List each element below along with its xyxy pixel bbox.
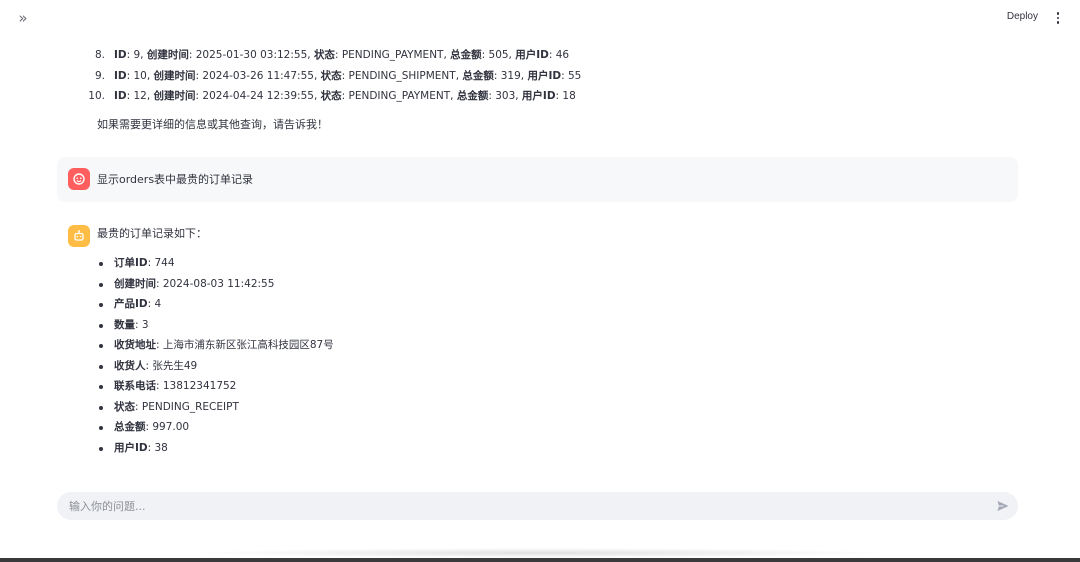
- user-face-icon: [73, 173, 85, 185]
- chat-input-bar: [57, 492, 1018, 520]
- main-menu-button[interactable]: [1054, 9, 1062, 27]
- send-icon[interactable]: [996, 499, 1010, 513]
- window-shadow: [190, 548, 890, 558]
- assistant-intro-text: 最贵的订单记录如下：: [97, 227, 207, 240]
- deploy-button[interactable]: Deploy: [1007, 11, 1038, 22]
- order-detail-list: 订单ID: 744 创建时间: 2024-08-03 11:42:55 产品ID…: [97, 253, 334, 458]
- list-item: 产品ID: 4: [97, 294, 334, 315]
- list-item: 用户ID: 38: [97, 438, 334, 459]
- list-item: 创建时间: 2024-08-03 11:42:55: [97, 274, 334, 295]
- double-chevron-right-icon: »: [18, 9, 28, 27]
- list-item: 状态: PENDING_RECEIPT: [97, 397, 334, 418]
- list-item: 收货人: 张先生49: [97, 356, 334, 377]
- list-item: 9. ID: 10, 创建时间: 2024-03-26 11:47:55, 状态:…: [94, 69, 582, 82]
- list-item: 总金额: 997.00: [97, 417, 334, 438]
- list-item: 8. ID: 9, 创建时间: 2025-01-30 03:12:55, 状态: …: [94, 49, 570, 61]
- list-item: 联系电话: 13812341752: [97, 376, 334, 397]
- user-message-text: 显示orders表中最贵的订单记录: [97, 173, 254, 186]
- top-toolbar: » Deploy: [0, 0, 1080, 36]
- list-item: 10. ID: 12, 创建时间: 2024-04-24 12:39:55, 状态…: [88, 90, 576, 102]
- assistant-avatar: [68, 225, 90, 247]
- assistant-closing-text: 如果需要更详细的信息或其他查询，请告诉我！: [97, 118, 328, 131]
- window-bottom-edge: [0, 558, 1080, 562]
- chat-input[interactable]: [69, 496, 969, 516]
- list-item: 订单ID: 744: [97, 253, 334, 274]
- vertical-ellipsis-icon: [1056, 12, 1060, 15]
- previous-order-list: 8. ID: 9, 创建时间: 2025-01-30 03:12:55, 状态: …: [88, 45, 581, 107]
- robot-icon: [74, 230, 84, 241]
- user-avatar: [68, 168, 90, 190]
- expand-sidebar-button[interactable]: »: [14, 9, 32, 27]
- list-item: 数量: 3: [97, 315, 334, 336]
- user-message: 显示orders表中最贵的订单记录: [57, 157, 1018, 202]
- list-item: 收货地址: 上海市浦东新区张江高科技园区87号: [97, 335, 334, 356]
